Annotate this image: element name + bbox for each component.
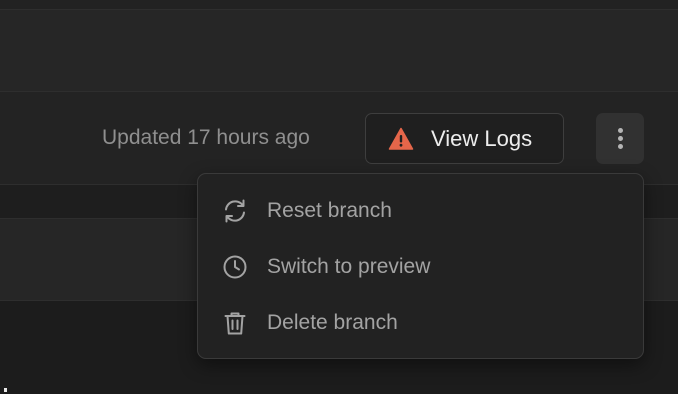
menu-item-delete-branch[interactable]: Delete branch bbox=[198, 295, 643, 351]
more-options-button[interactable] bbox=[596, 113, 644, 164]
list-row bbox=[0, 0, 678, 10]
updated-timestamp: Updated 17 hours ago bbox=[102, 126, 310, 149]
menu-item-reset-branch[interactable]: Reset branch bbox=[198, 183, 643, 239]
ellipsis-dot bbox=[618, 128, 623, 133]
ellipsis-dot bbox=[618, 144, 623, 149]
branch-list-page: Updated 17 hours ago View Logs Reset bra… bbox=[0, 0, 678, 394]
branch-actions-menu: Reset branch Switch to preview Delete br… bbox=[197, 173, 644, 359]
view-logs-label: View Logs bbox=[431, 126, 533, 151]
menu-item-label: Switch to preview bbox=[267, 255, 431, 278]
clock-icon bbox=[223, 255, 247, 279]
menu-item-label: Delete branch bbox=[267, 311, 398, 334]
menu-item-label: Reset branch bbox=[267, 199, 392, 222]
refresh-icon bbox=[225, 199, 245, 223]
view-logs-button[interactable]: View Logs bbox=[365, 113, 564, 164]
cursor-mark bbox=[4, 388, 7, 392]
ellipsis-dot bbox=[618, 136, 623, 141]
menu-item-switch-to-preview[interactable]: Switch to preview bbox=[198, 239, 643, 295]
warning-triangle-icon bbox=[388, 127, 414, 150]
list-row bbox=[0, 10, 678, 92]
trash-icon bbox=[224, 312, 246, 335]
